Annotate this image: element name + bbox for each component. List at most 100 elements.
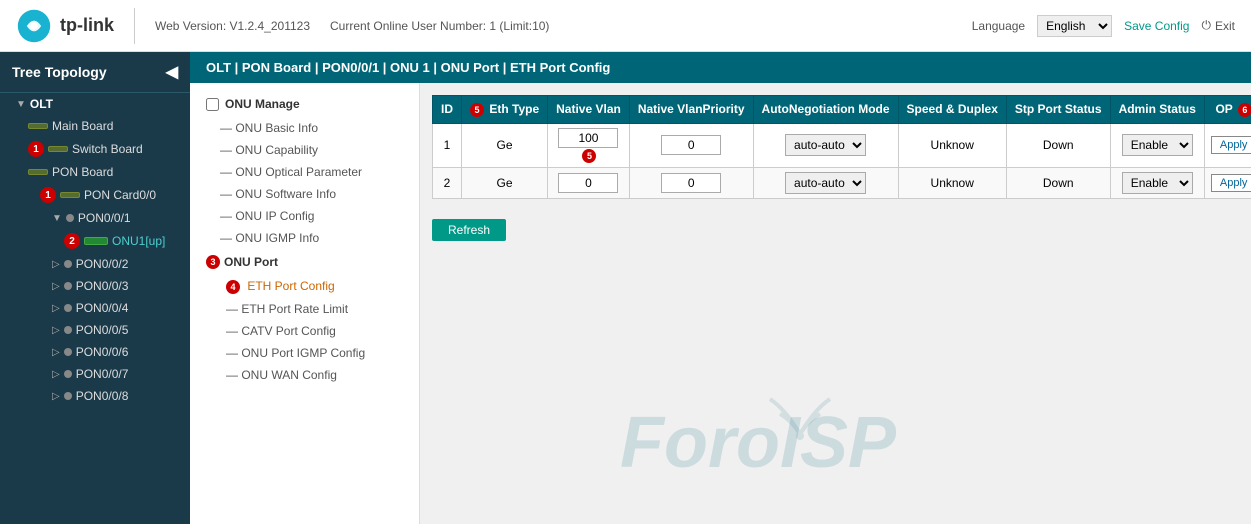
- port-dot-006-icon: [64, 348, 72, 356]
- badge-5: 5: [470, 103, 484, 117]
- sidebar-pon006-label: PON0/0/6: [76, 345, 129, 359]
- sidebar-item-pon005[interactable]: ▷ PON0/0/5: [0, 319, 190, 341]
- cell-op: Apply: [1204, 123, 1251, 167]
- cell-native-vlan: [548, 167, 630, 198]
- sidebar-pon007-label: PON0/0/7: [76, 367, 129, 381]
- header: tp-link Web Version: V1.2.4_201123 Curre…: [0, 0, 1251, 52]
- port-dot-007-icon: [64, 370, 72, 378]
- port-dot-003-icon: [64, 282, 72, 290]
- cell-auto-neg: auto-auto100-full10-full10-half100-half: [753, 123, 898, 167]
- content-body: ONU Manage — ONU Basic Info — ONU Capabi…: [190, 83, 1251, 524]
- col-native-vlan-priority: Native VlanPriority: [629, 96, 753, 124]
- nav-item-eth-rate-limit[interactable]: — ETH Port Rate Limit: [190, 298, 419, 320]
- sidebar-item-mainboard[interactable]: Main Board: [0, 115, 190, 137]
- nav-item-onu-wan[interactable]: — ONU WAN Config: [190, 364, 419, 386]
- cell-native-vlan-priority: [629, 167, 753, 198]
- switch-board-icon: [48, 146, 68, 152]
- sidebar-pon001-label: PON0/0/1: [78, 211, 131, 225]
- col-admin-status: Admin Status: [1110, 96, 1204, 124]
- main-layout: Tree Topology ◀ ▼ OLT Main Board 1 Switc…: [0, 52, 1251, 524]
- logo-area: tp-link: [16, 8, 135, 44]
- cell-op: Apply: [1204, 167, 1251, 198]
- sidebar-poncard-label: PON Card0/0: [84, 188, 156, 202]
- onu-icon: [84, 237, 108, 245]
- port-dot-008-icon: [64, 392, 72, 400]
- save-config-link[interactable]: Save Config: [1124, 19, 1189, 33]
- sidebar-item-pon003[interactable]: ▷ PON0/0/3: [0, 275, 190, 297]
- sidebar-toggle-button[interactable]: ◀: [166, 62, 178, 82]
- col-auto-neg: AutoNegotiation Mode: [753, 96, 898, 124]
- cell-stp-status: Down: [1006, 123, 1110, 167]
- nav-item-eth-port-config[interactable]: 4 ETH Port Config: [190, 275, 419, 298]
- nav-item-onu-igmp[interactable]: — ONU Port IGMP Config: [190, 342, 419, 364]
- nav-item-catv-config[interactable]: — CATV Port Config: [190, 320, 419, 342]
- onu-manage-checkbox[interactable]: [206, 98, 219, 111]
- admin-status-select[interactable]: EnableDisable: [1122, 134, 1193, 156]
- sidebar-item-ponboard[interactable]: PON Board: [0, 161, 190, 183]
- header-info: Web Version: V1.2.4_201123 Current Onlin…: [155, 19, 972, 33]
- port-dot-005-icon: [64, 326, 72, 334]
- exit-button[interactable]: ⏻ Exit: [1201, 18, 1235, 33]
- onu-port-label: ONU Port: [224, 255, 278, 269]
- sidebar-item-pon008[interactable]: ▷ PON0/0/8: [0, 385, 190, 407]
- config-table: ID 5 Eth Type Native Vlan Native VlanPri…: [432, 95, 1251, 199]
- native-vlan-priority-input[interactable]: [661, 135, 721, 155]
- col-eth-type: 5 Eth Type: [462, 96, 548, 124]
- sidebar-item-olt[interactable]: ▼ OLT: [0, 93, 190, 115]
- refresh-button[interactable]: Refresh: [432, 219, 506, 241]
- sidebar-item-pon007[interactable]: ▷ PON0/0/7: [0, 363, 190, 385]
- pon-board-icon: [28, 169, 48, 175]
- badge-3: 3: [206, 255, 220, 269]
- auto-neg-select[interactable]: auto-auto100-full10-full10-half100-half: [785, 172, 866, 194]
- onu-port-section: 3 ONU Port: [190, 249, 419, 275]
- nav-item-basic-info[interactable]: — ONU Basic Info: [190, 117, 419, 139]
- nav-item-capability[interactable]: — ONU Capability: [190, 139, 419, 161]
- cell-eth-type: Ge: [462, 123, 548, 167]
- admin-status-select[interactable]: EnableDisable: [1122, 172, 1193, 194]
- sidebar-item-pon001[interactable]: ▼ PON0/0/1: [0, 207, 190, 229]
- sidebar-item-pon002[interactable]: ▷ PON0/0/2: [0, 253, 190, 275]
- nav-item-igmp-info[interactable]: — ONU IGMP Info: [190, 227, 419, 249]
- apply-button[interactable]: Apply: [1211, 174, 1251, 192]
- port-dot-icon: [66, 214, 74, 222]
- web-version: Web Version: V1.2.4_201123: [155, 19, 310, 33]
- native-vlan-input[interactable]: [558, 128, 618, 148]
- sidebar-pon008-label: PON0/0/8: [76, 389, 129, 403]
- power-icon: ⏻: [1201, 18, 1211, 33]
- auto-neg-select[interactable]: auto-auto100-full10-full10-half100-half: [785, 134, 866, 156]
- apply-button[interactable]: Apply: [1211, 136, 1251, 154]
- col-id: ID: [433, 96, 462, 124]
- sidebar-item-onu1[interactable]: 2 ONU1[up]: [0, 229, 190, 253]
- native-vlan-input[interactable]: [558, 173, 618, 193]
- port-dot-004-icon: [64, 304, 72, 312]
- cell-id: 2: [433, 167, 462, 198]
- sidebar-item-pon004[interactable]: ▷ PON0/0/4: [0, 297, 190, 319]
- nav-item-optical[interactable]: — ONU Optical Parameter: [190, 161, 419, 183]
- logo-text: tp-link: [60, 15, 114, 36]
- cell-admin-status: EnableDisable: [1110, 167, 1204, 198]
- sidebar-item-switchboard[interactable]: 1 Switch Board: [0, 137, 190, 161]
- cell-stp-status: Down: [1006, 167, 1110, 198]
- cell-eth-type: Ge: [462, 167, 548, 198]
- exit-label: Exit: [1215, 19, 1235, 33]
- onu-manage-section: ONU Manage: [190, 91, 419, 117]
- badge-1: 1: [28, 141, 44, 157]
- cell-native-vlan-priority: [629, 123, 753, 167]
- sidebar-switchboard-label: Switch Board: [72, 142, 143, 156]
- sidebar-onu1-label: ONU1[up]: [112, 234, 165, 248]
- language-select[interactable]: English Chinese: [1037, 15, 1112, 37]
- sidebar-pon002-label: PON0/0/2: [76, 257, 129, 271]
- table-row: 2Ge auto-auto100-full10-full10-half100-ha…: [433, 167, 1251, 198]
- nav-item-software[interactable]: — ONU Software Info: [190, 183, 419, 205]
- native-vlan-priority-input[interactable]: [661, 173, 721, 193]
- port-dot-002-icon: [64, 260, 72, 268]
- cell-native-vlan: 5: [548, 123, 630, 167]
- sidebar-olt-label: OLT: [30, 97, 53, 111]
- nav-item-ip-config[interactable]: — ONU IP Config: [190, 205, 419, 227]
- sidebar-item-pon006[interactable]: ▷ PON0/0/6: [0, 341, 190, 363]
- sidebar-item-poncard[interactable]: 1 PON Card0/0: [0, 183, 190, 207]
- col-speed-duplex: Speed & Duplex: [898, 96, 1006, 124]
- content-area: OLT | PON Board | PON0/0/1 | ONU 1 | ONU…: [190, 52, 1251, 524]
- cell-id: 1: [433, 123, 462, 167]
- header-right: Language English Chinese Save Config ⏻ E…: [972, 15, 1235, 37]
